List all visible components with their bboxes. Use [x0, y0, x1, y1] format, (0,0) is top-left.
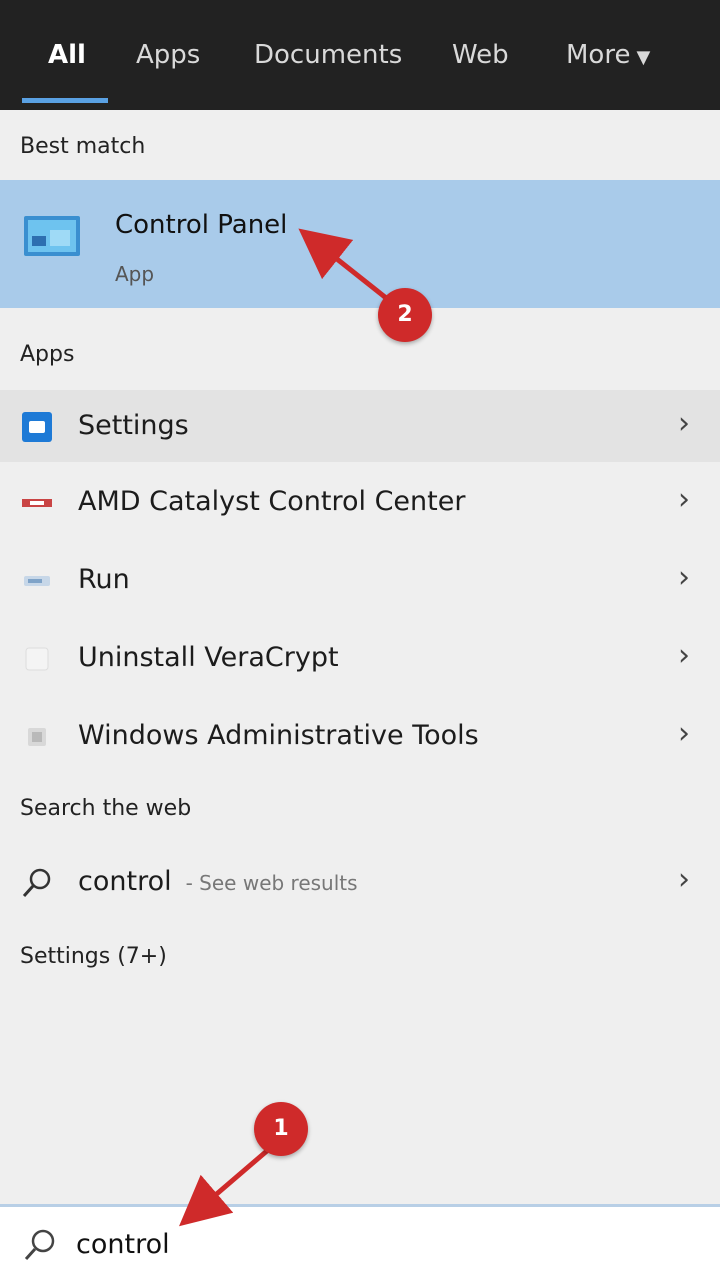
app-item-label: Uninstall VeraCrypt — [78, 642, 339, 673]
tab-web[interactable]: Web — [452, 38, 509, 72]
chevron-right-icon[interactable]: › — [678, 406, 690, 441]
tab-documents[interactable]: Documents — [254, 38, 402, 72]
settings-icon — [20, 410, 54, 444]
web-search-item[interactable]: control - See web results › — [0, 846, 720, 918]
tab-more[interactable]: More ▼ — [566, 38, 650, 72]
chevron-right-icon[interactable]: › — [678, 716, 690, 751]
chevron-right-icon[interactable]: › — [678, 862, 690, 897]
app-item-run[interactable]: Run › — [0, 544, 720, 616]
tab-all[interactable]: All — [48, 38, 86, 72]
admin-tools-icon — [20, 720, 54, 754]
app-item-label: Settings — [78, 410, 189, 441]
best-match-heading: Best match — [20, 134, 146, 159]
app-item-label: AMD Catalyst Control Center — [78, 486, 466, 517]
chevron-right-icon[interactable]: › — [678, 482, 690, 517]
annotation-badge-1: 1 — [254, 1102, 308, 1156]
chevron-right-icon[interactable]: › — [678, 560, 690, 595]
search-filter-tabs: All Apps Documents Web More ▼ — [0, 0, 720, 110]
web-search-hint: - See web results — [185, 871, 358, 895]
app-item-veracrypt[interactable]: Uninstall VeraCrypt › — [0, 622, 720, 694]
annotation-arrow-1 — [179, 1148, 270, 1227]
best-match-result[interactable]: Control Panel App — [0, 180, 720, 308]
chevron-down-icon: ▼ — [636, 47, 651, 68]
app-item-label: Run — [78, 564, 130, 595]
search-icon — [20, 866, 54, 900]
search-icon — [22, 1227, 58, 1267]
apps-heading: Apps — [20, 342, 75, 367]
annotation-badge-2: 2 — [378, 288, 432, 342]
app-item-amd[interactable]: AMD Catalyst Control Center › — [0, 466, 720, 538]
veracrypt-icon — [20, 642, 54, 676]
best-match-subtitle: App — [115, 262, 155, 286]
settings-heading[interactable]: Settings (7+) — [20, 944, 167, 969]
best-match-title: Control Panel — [115, 210, 288, 240]
search-input[interactable]: control — [76, 1229, 170, 1260]
search-box[interactable]: control — [0, 1204, 720, 1284]
search-web-heading: Search the web — [20, 796, 192, 821]
app-item-admin-tools[interactable]: Windows Administrative Tools › — [0, 700, 720, 772]
app-item-label: Windows Administrative Tools — [78, 720, 479, 751]
amd-icon — [20, 486, 54, 520]
web-search-text: control - See web results — [78, 866, 358, 897]
control-panel-icon — [22, 208, 84, 264]
active-tab-indicator — [22, 98, 108, 103]
run-icon — [20, 564, 54, 598]
chevron-right-icon[interactable]: › — [678, 638, 690, 673]
tab-more-label: More — [566, 40, 631, 70]
web-search-query: control — [78, 866, 172, 897]
app-item-settings[interactable]: Settings › — [0, 390, 720, 462]
tab-apps[interactable]: Apps — [136, 38, 200, 72]
